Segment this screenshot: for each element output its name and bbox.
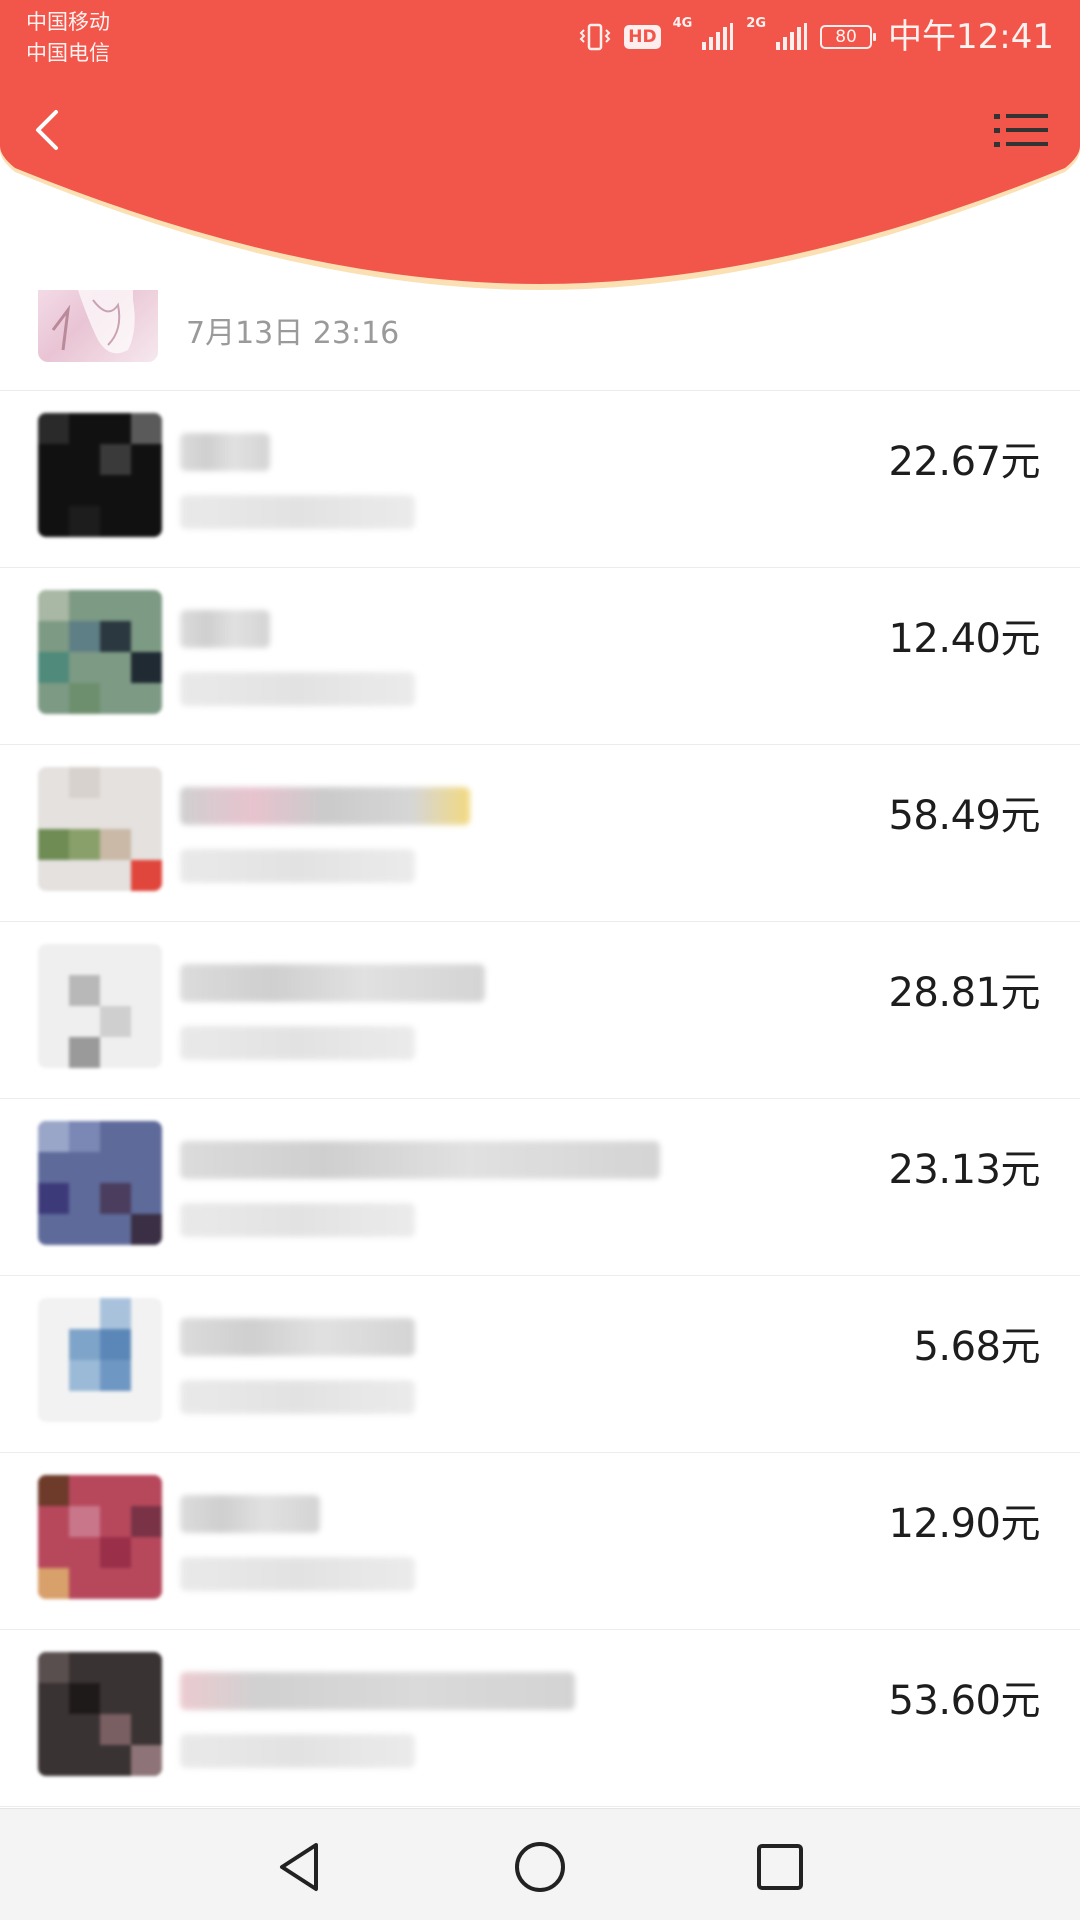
transaction-time-redacted [180, 1203, 415, 1237]
list-item[interactable]: 28.81元 [0, 922, 1080, 1099]
status-bar: 中国移动 中国电信 HD 4G 2G 80 中午12:41 [0, 0, 1080, 72]
list-menu-icon [994, 114, 1048, 147]
list-item[interactable]: 53.60元 [0, 1630, 1080, 1807]
network-type-1: 4G [672, 16, 693, 31]
merchant-name-redacted [180, 1495, 320, 1533]
merchant-name-redacted [180, 433, 270, 471]
transaction-amount: 12.40元 [888, 616, 1040, 662]
avatar [38, 290, 158, 362]
transaction-amount: 28.81元 [888, 970, 1040, 1016]
transaction-list: 22.67元 12.40元 58.49元 28.81元 23.13元 5.68元… [0, 391, 1080, 1807]
list-item-partial[interactable]: 7月13日 23:16 [0, 290, 1080, 391]
system-navigation-bar [0, 1808, 1080, 1920]
carrier-primary: 中国移动 [26, 10, 110, 34]
merchant-name-redacted [180, 964, 485, 1002]
avatar [38, 1298, 162, 1422]
signal-icon-1 [700, 22, 734, 52]
network-type-2: 2G [746, 16, 767, 31]
transaction-time-redacted [180, 495, 415, 529]
hd-badge: HD [624, 25, 661, 49]
transaction-time: 7月13日 23:16 [186, 316, 400, 351]
circle-home-icon [515, 1842, 565, 1892]
transaction-time-redacted [180, 672, 415, 706]
avatar [38, 767, 162, 891]
nav-home-button[interactable] [512, 1839, 568, 1895]
vibrate-icon [578, 22, 612, 52]
signal-icon-2 [774, 22, 808, 52]
avatar [38, 413, 162, 537]
list-item[interactable]: 23.13元 [0, 1099, 1080, 1276]
merchant-name-redacted [180, 1318, 415, 1356]
transaction-amount: 58.49元 [888, 793, 1040, 839]
merchant-name-redacted [180, 610, 270, 648]
merchant-name-redacted [180, 1672, 575, 1710]
chevron-left-icon [36, 110, 58, 150]
transaction-amount: 23.13元 [888, 1147, 1040, 1193]
avatar [38, 1475, 162, 1599]
back-button[interactable] [18, 100, 78, 160]
avatar [38, 1652, 162, 1776]
clock: 中午12:41 [888, 17, 1054, 57]
merchant-name-redacted [180, 787, 470, 825]
transaction-time-redacted [180, 1734, 415, 1768]
transaction-time-redacted [180, 1557, 415, 1591]
battery-indicator: 80 [820, 25, 877, 49]
avatar [38, 590, 162, 714]
square-recent-icon [757, 1844, 803, 1890]
carrier-secondary: 中国电信 [26, 41, 110, 65]
avatar [38, 1121, 162, 1245]
merchant-name-redacted [180, 1141, 660, 1179]
transaction-time-redacted [180, 849, 415, 883]
transaction-time-redacted [180, 1380, 415, 1414]
avatar [38, 944, 162, 1068]
nav-recent-button[interactable] [752, 1839, 808, 1895]
list-item[interactable]: 22.67元 [0, 391, 1080, 568]
list-item[interactable]: 12.40元 [0, 568, 1080, 745]
triangle-back-icon [280, 1843, 318, 1891]
list-item[interactable]: 5.68元 [0, 1276, 1080, 1453]
nav-back-button[interactable] [272, 1839, 328, 1895]
menu-button[interactable] [990, 100, 1054, 160]
transaction-amount: 5.68元 [913, 1324, 1040, 1370]
transaction-amount: 53.60元 [888, 1678, 1040, 1724]
list-item[interactable]: 12.90元 [0, 1453, 1080, 1630]
transaction-time-redacted [180, 1026, 415, 1060]
list-item[interactable]: 58.49元 [0, 745, 1080, 922]
transaction-amount: 22.67元 [888, 439, 1040, 485]
battery-level: 80 [835, 27, 857, 47]
transaction-amount: 12.90元 [888, 1501, 1040, 1547]
